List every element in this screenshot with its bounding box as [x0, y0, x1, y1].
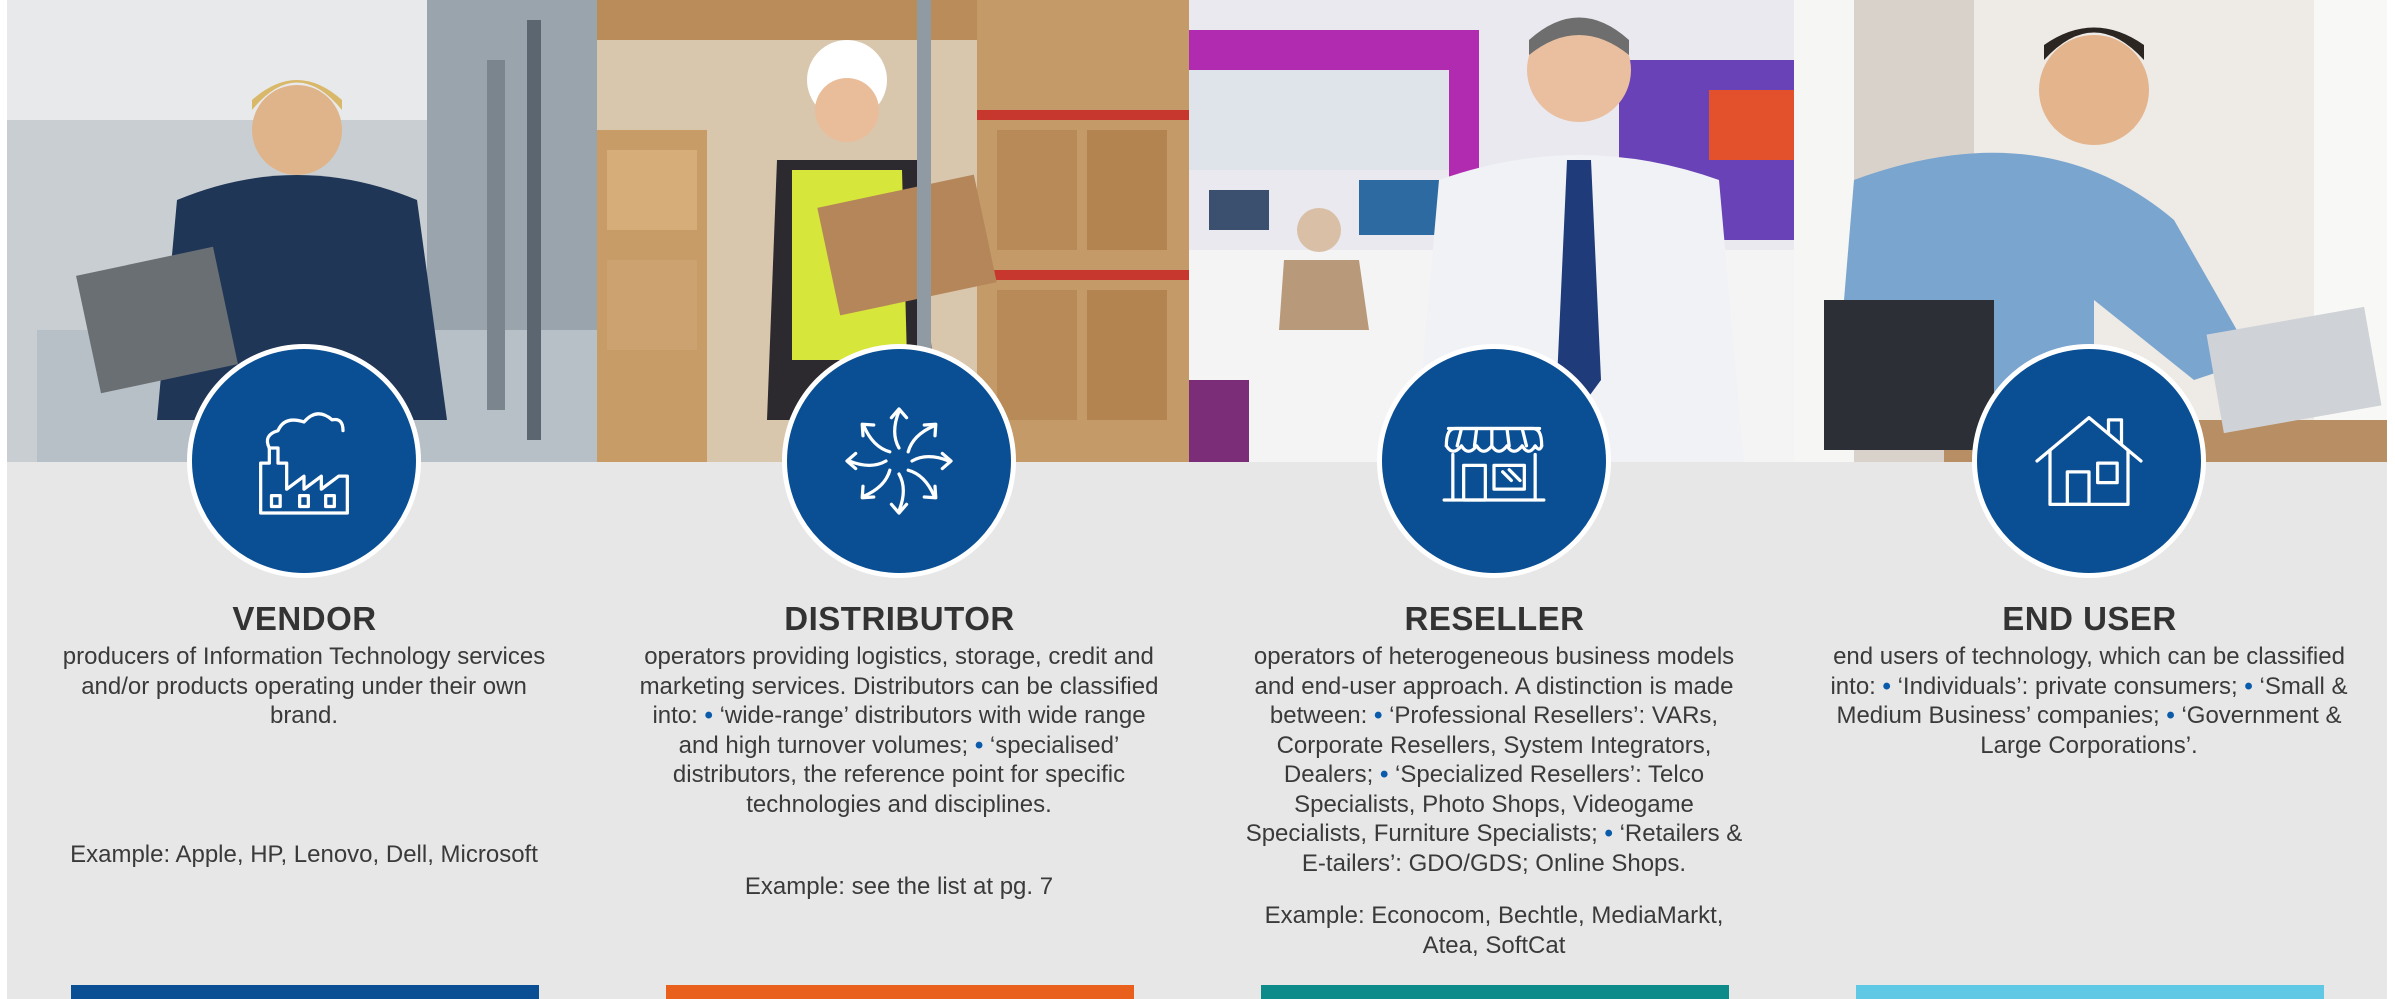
distributor-column: DISTRIBUTOR operators providing logistic…	[602, 0, 1197, 999]
reseller-description: operators of heterogeneous business mode…	[1234, 642, 1754, 878]
bullet-icon: •	[704, 702, 720, 729]
vendor-column: VENDOR producers of Information Technolo…	[7, 0, 602, 999]
end-user-column: END USER end users of technology, which …	[1792, 0, 2387, 999]
distributor-badge	[782, 344, 1016, 578]
infographic: VENDOR producers of Information Technolo…	[7, 0, 2387, 999]
bullet-icon: •	[2244, 672, 2260, 700]
bullet-icon: •	[1373, 702, 1390, 729]
distributor-example: Example: see the list at pg. 7	[744, 873, 1054, 900]
distributor-title: DISTRIBUTOR	[784, 600, 1015, 637]
reseller-example: Example: Econocom, Bechtle, MediaMarkt, …	[1264, 902, 1724, 959]
bullet-icon: •	[974, 731, 990, 759]
reseller-badge	[1377, 344, 1611, 578]
end-user-description: end users of technology, which can be cl…	[1829, 642, 2349, 760]
vendor-badge	[187, 344, 421, 578]
reseller-column: RESELLER operators of heterogeneous busi…	[1197, 0, 1792, 999]
end-user-color-bar	[1856, 985, 2324, 999]
vendor-color-bar	[71, 985, 539, 999]
distributor-description: operators providing logistics, storage, …	[639, 642, 1159, 819]
factory-icon	[259, 412, 349, 515]
bullet-icon: •	[1882, 672, 1898, 700]
distributor-color-bar	[666, 985, 1134, 999]
house-icon	[2035, 416, 2143, 506]
end-user-badge	[1972, 344, 2206, 578]
vendor-example: Example: Apple, HP, Lenovo, Dell, Micros…	[70, 841, 538, 868]
shop-icon	[1442, 426, 1546, 502]
vendor-title: VENDOR	[232, 600, 377, 637]
end-user-title: END USER	[2002, 600, 2177, 637]
desc-text: ‘Individuals’: private consumers;	[1897, 672, 2245, 700]
bullet-icon: •	[1379, 761, 1396, 788]
vendor-description: producers of Information Technology serv…	[62, 643, 546, 729]
distribution-arrows-icon	[845, 407, 953, 515]
reseller-color-bar	[1261, 985, 1729, 999]
bullet-icon: •	[2166, 702, 2182, 729]
bullet-icon: •	[1604, 820, 1620, 847]
reseller-title: RESELLER	[1404, 600, 1585, 637]
